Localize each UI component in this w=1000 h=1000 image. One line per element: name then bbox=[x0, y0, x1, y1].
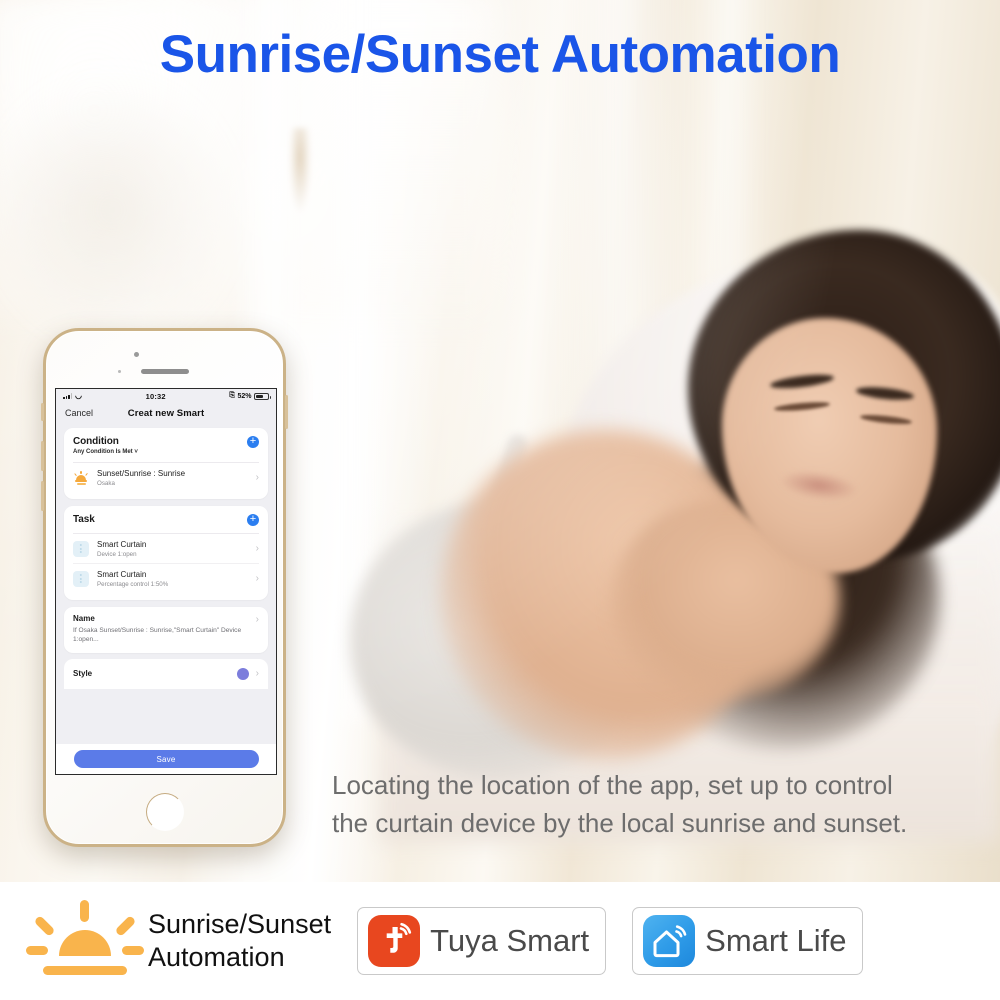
nav-bar: Cancel Creat new Smart bbox=[56, 403, 276, 423]
product-name-line-2: Automation bbox=[148, 942, 285, 972]
sleeping-woman bbox=[350, 200, 1000, 780]
wifi-icon: ◡ bbox=[75, 391, 82, 400]
product-name-line-1: Sunrise/Sunset bbox=[148, 909, 332, 939]
add-task-button[interactable]: + bbox=[247, 513, 259, 526]
chevron-right-icon: › bbox=[255, 472, 259, 483]
home-button[interactable] bbox=[145, 793, 184, 831]
condition-row-subtitle: Osaka bbox=[97, 479, 115, 487]
curtain-device-icon bbox=[73, 570, 89, 587]
task-title: Task bbox=[73, 513, 95, 525]
style-label: Style bbox=[73, 669, 93, 678]
save-button[interactable]: Save bbox=[73, 750, 259, 768]
tuya-smart-logo-icon bbox=[368, 915, 421, 967]
caption-line-2: the curtain device by the local sunrise … bbox=[332, 808, 908, 838]
chevron-right-icon: › bbox=[255, 613, 259, 625]
task-row-title: Smart Curtain bbox=[97, 569, 147, 579]
sunrise-icon bbox=[73, 470, 89, 485]
phone-screen: ◡ 10:32 ⎘ 52% Cancel Creat new Smart Con… bbox=[55, 388, 277, 775]
caption-text: Locating the location of the app, set up… bbox=[332, 766, 992, 842]
caption-line-1: Locating the location of the app, set up… bbox=[332, 770, 893, 800]
status-time: 10:32 bbox=[145, 391, 166, 401]
condition-card: Condition Any Condition Is Met ˅ + Sunse… bbox=[64, 428, 268, 499]
battery-icon bbox=[254, 392, 271, 400]
volume-up-button[interactable] bbox=[41, 441, 44, 471]
battery-percent: 52% bbox=[237, 392, 252, 400]
smart-life-logo-icon bbox=[643, 915, 696, 967]
mute-switch[interactable] bbox=[41, 403, 44, 421]
brand-bar: Sunrise/Sunset Automation Tuya Smart Sma… bbox=[0, 882, 1000, 1000]
curtain-finial bbox=[289, 128, 311, 214]
chevron-right-icon: › bbox=[255, 573, 259, 584]
tuya-smart-badge: Tuya Smart bbox=[357, 907, 607, 975]
sunrise-logo-icon bbox=[26, 898, 144, 984]
page-title: Sunrise/Sunset Automation bbox=[159, 25, 841, 84]
curtain-device-icon bbox=[73, 540, 89, 557]
condition-title: Condition bbox=[73, 436, 119, 447]
condition-subtitle[interactable]: Any Condition Is Met ˅ bbox=[73, 449, 247, 455]
name-label: Name bbox=[73, 613, 95, 623]
status-bar: ◡ 10:32 ⎘ 52% bbox=[56, 389, 276, 403]
task-row[interactable]: Smart Curtain Percentage control 1:50% › bbox=[73, 562, 259, 593]
task-row[interactable]: Smart Curtain Device 1:open › bbox=[73, 534, 259, 563]
task-row-title: Smart Curtain bbox=[97, 539, 147, 549]
task-row-subtitle: Device 1:open bbox=[97, 550, 137, 558]
task-row-subtitle: Percentage control 1:50% bbox=[97, 580, 169, 588]
power-button[interactable] bbox=[285, 395, 288, 429]
save-bar: Save bbox=[56, 744, 276, 774]
smart-life-badge: Smart Life bbox=[632, 907, 864, 975]
name-card[interactable]: Name If Osaka Sunset/Sunrise : Sunrise,"… bbox=[64, 606, 268, 653]
proximity-sensor bbox=[117, 370, 121, 373]
condition-row-title: Sunset/Sunrise : Sunrise bbox=[97, 468, 186, 478]
earpiece-speaker bbox=[140, 369, 189, 374]
front-camera bbox=[133, 352, 139, 357]
screen-title: Creat new Smart bbox=[127, 407, 205, 419]
phone-mockup: ◡ 10:32 ⎘ 52% Cancel Creat new Smart Con… bbox=[41, 328, 288, 847]
chevron-right-icon: › bbox=[255, 668, 259, 679]
product-name: Sunrise/Sunset Automation bbox=[148, 908, 331, 974]
volume-down-button[interactable] bbox=[41, 481, 44, 511]
style-card[interactable]: Style › bbox=[64, 658, 268, 689]
smart-life-label: Smart Life bbox=[705, 923, 847, 958]
wall-shadow bbox=[0, 60, 250, 360]
style-color-swatch[interactable] bbox=[236, 667, 249, 680]
rotation-lock-icon: ⎘ bbox=[229, 392, 235, 399]
condition-row[interactable]: Sunset/Sunrise : Sunrise Osaka › bbox=[73, 463, 259, 492]
cellular-signal-icon bbox=[63, 393, 72, 399]
promo-page: Sunrise/Sunset Automation Locating the l… bbox=[0, 0, 1000, 1000]
add-condition-button[interactable]: + bbox=[247, 436, 259, 448]
screen-content: Condition Any Condition Is Met ˅ + Sunse… bbox=[56, 423, 276, 689]
chevron-right-icon: › bbox=[255, 543, 259, 554]
tuya-smart-label: Tuya Smart bbox=[430, 923, 590, 958]
name-value: If Osaka Sunset/Sunrise : Sunrise,"Smart… bbox=[73, 626, 242, 644]
task-card: Task + Smart Curtain Device 1:open › Sma… bbox=[64, 505, 268, 600]
